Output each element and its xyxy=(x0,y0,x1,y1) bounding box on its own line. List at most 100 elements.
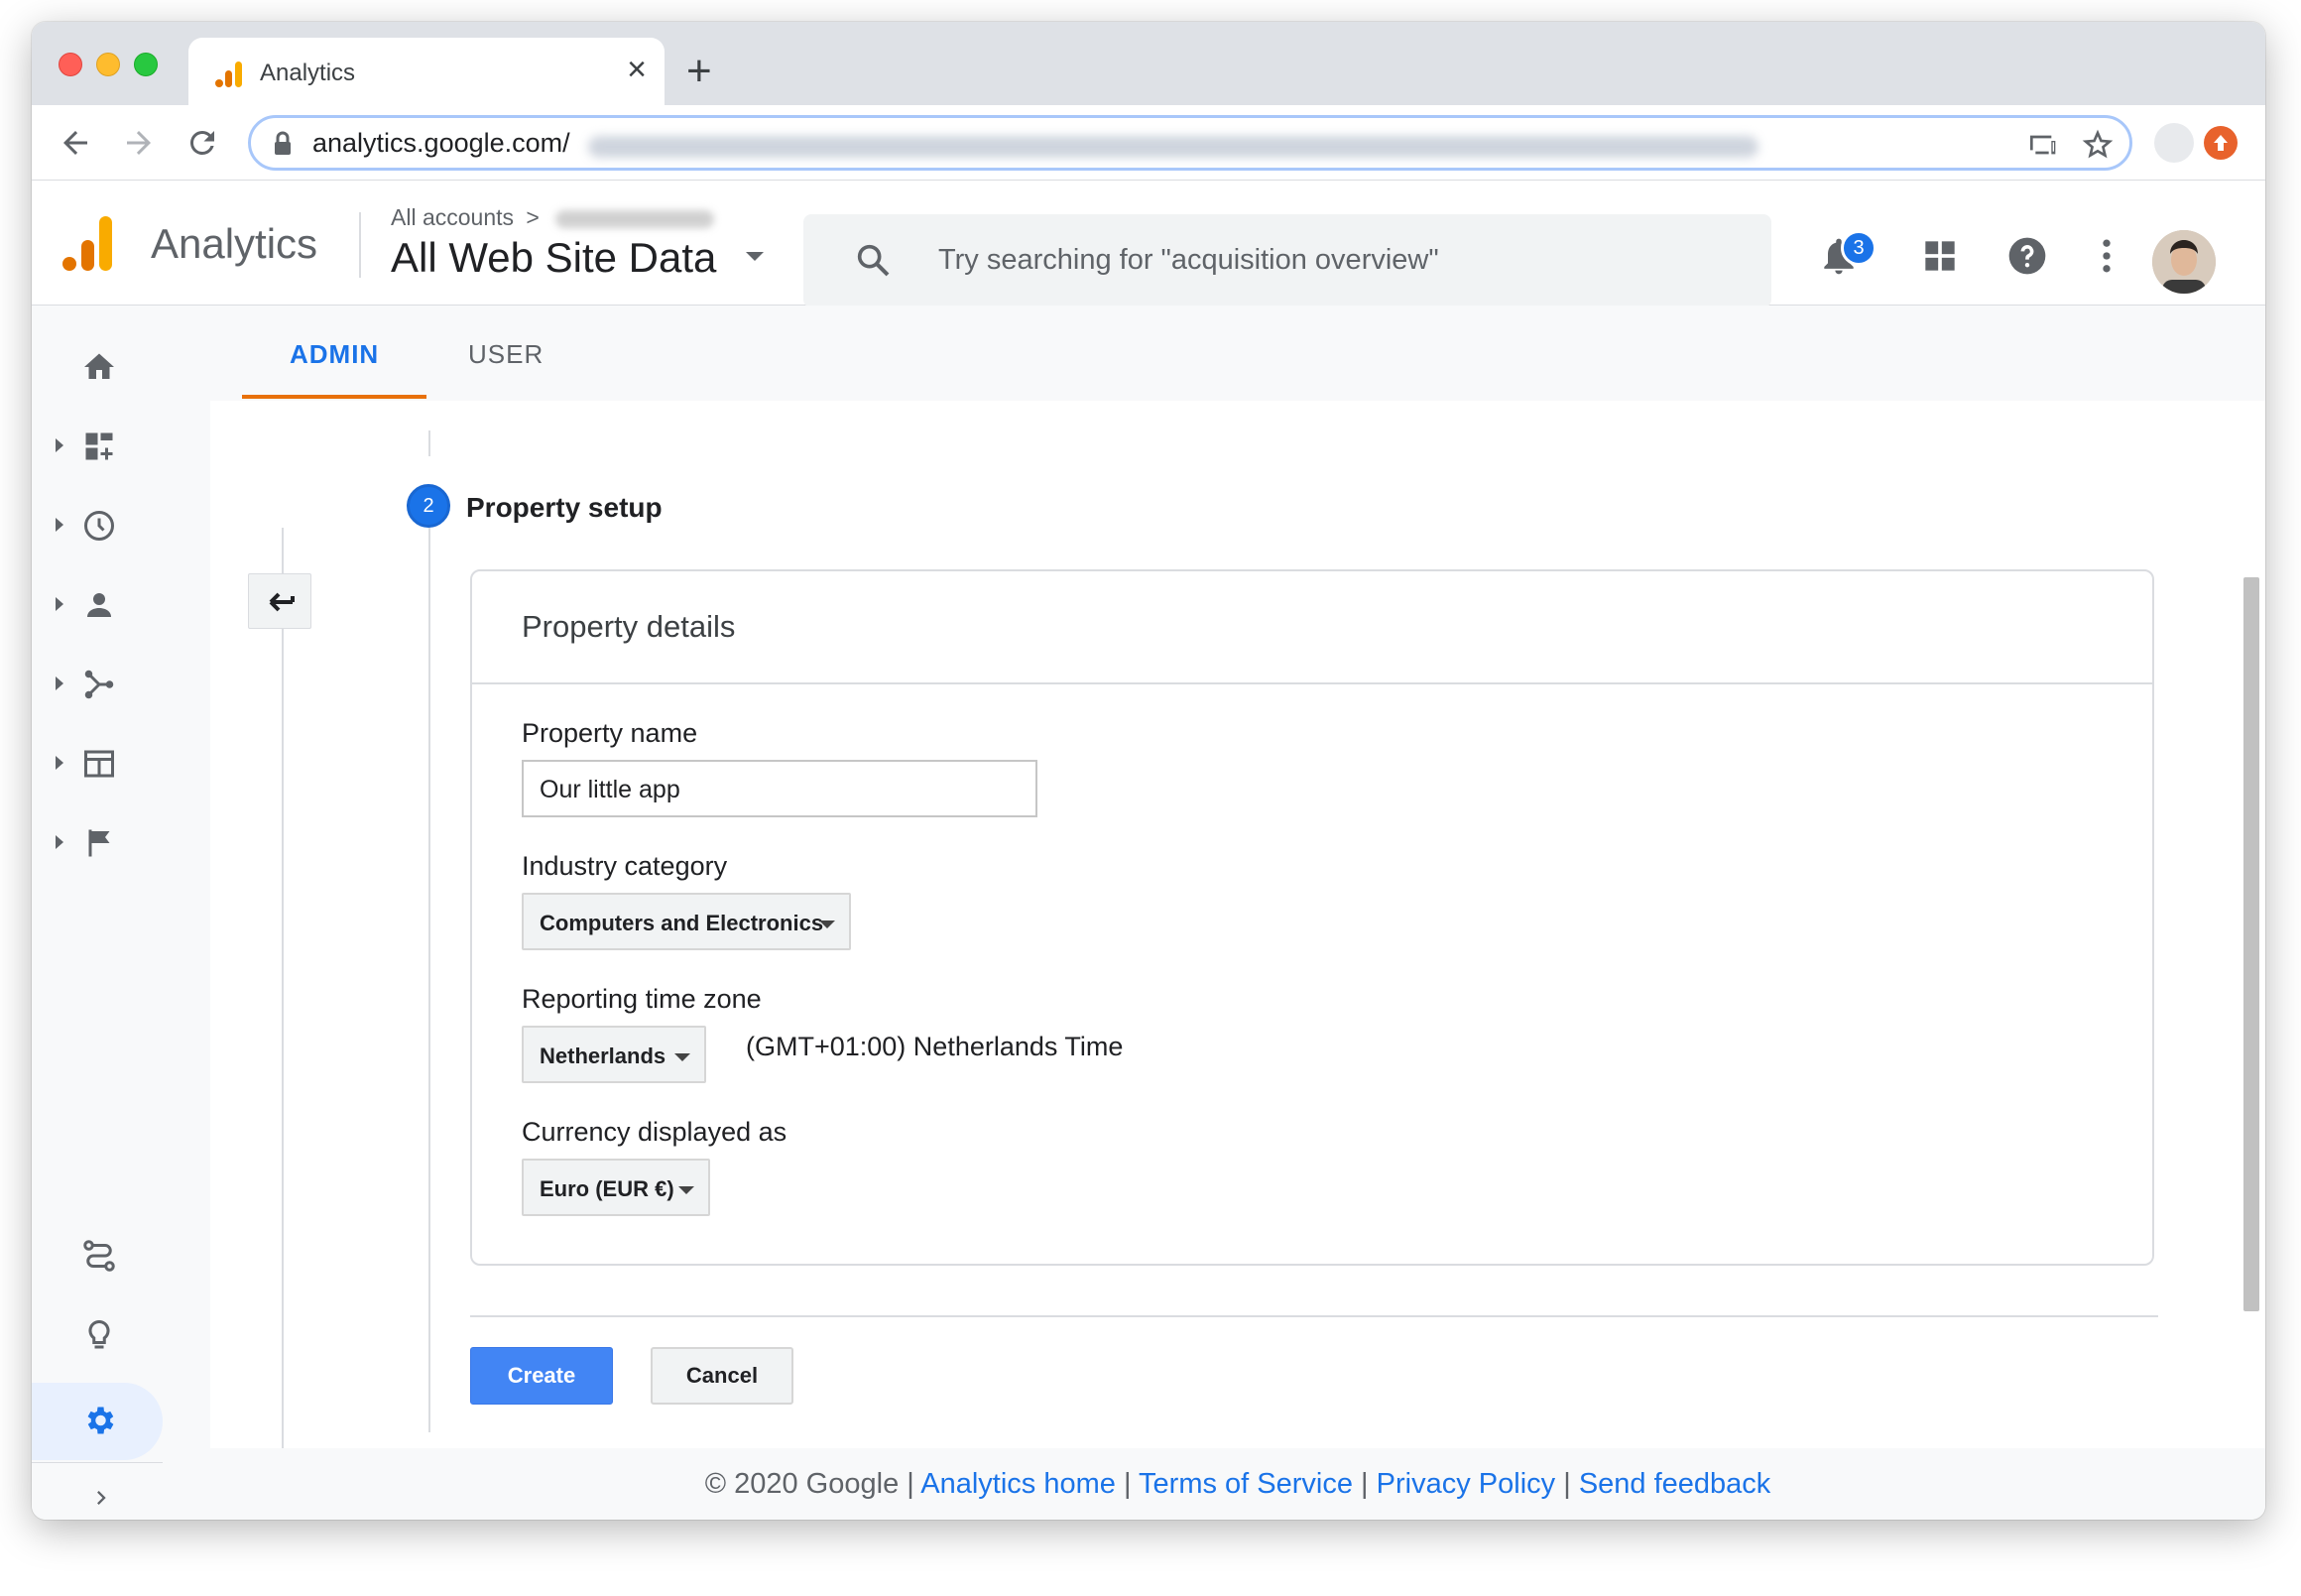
chevron-right-icon[interactable] xyxy=(87,1482,115,1514)
view-selector-caret-icon[interactable] xyxy=(746,252,764,261)
footer: © 2020 Google | Analytics home | Terms o… xyxy=(210,1448,2265,1520)
url-redacted xyxy=(588,136,1758,158)
rail-audience[interactable] xyxy=(32,575,210,635)
extension-icon[interactable] xyxy=(2204,126,2238,160)
timezone-label: Reporting time zone xyxy=(522,984,762,1014)
view-selector[interactable]: All Web Site Data xyxy=(391,234,716,282)
timezone-country-value: Netherlands xyxy=(540,1044,666,1068)
forward-icon[interactable] xyxy=(121,125,157,161)
rail-acquisition[interactable] xyxy=(32,655,210,714)
cast-icon[interactable] xyxy=(2026,129,2058,161)
footer-separator: | xyxy=(1353,1468,1377,1500)
search-icon xyxy=(857,244,890,277)
cancel-button[interactable]: Cancel xyxy=(651,1347,793,1405)
discover-lightbulb-icon xyxy=(88,1319,110,1349)
rail-behavior[interactable] xyxy=(32,734,210,794)
close-window-button[interactable] xyxy=(59,53,82,76)
currency-label: Currency displayed as xyxy=(522,1117,787,1147)
property-name-value: Our little app xyxy=(540,776,680,803)
customization-icon xyxy=(85,432,113,460)
back-button[interactable] xyxy=(248,573,311,629)
address-bar[interactable]: analytics.google.com/ xyxy=(248,115,2132,171)
main-content: 2 Property setup Property details Proper… xyxy=(210,401,2265,1448)
analytics-logo-icon[interactable] xyxy=(61,214,115,272)
maximize-window-button[interactable] xyxy=(134,53,158,76)
footer-terms-link[interactable]: Terms of Service xyxy=(1139,1468,1353,1500)
analytics-favicon-icon xyxy=(215,61,242,87)
close-tab-icon[interactable]: × xyxy=(627,53,647,86)
rail-attribution[interactable] xyxy=(32,1226,210,1286)
reload-icon[interactable] xyxy=(184,125,220,161)
scrollbar[interactable] xyxy=(2243,577,2259,1311)
currency-value: Euro (EUR €) xyxy=(540,1176,674,1201)
profile-icon[interactable] xyxy=(2154,123,2194,163)
rail-discover[interactable] xyxy=(32,1305,210,1365)
more-vert-icon[interactable] xyxy=(2085,234,2128,278)
tab-admin[interactable]: ADMIN xyxy=(290,339,379,370)
card-title: Property details xyxy=(522,609,736,644)
active-tab-indicator xyxy=(242,395,426,399)
footer-analytics-home-link[interactable]: Analytics home xyxy=(920,1468,1116,1500)
app-name: Analytics xyxy=(151,220,318,267)
industry-category-value: Computers and Electronics xyxy=(540,911,824,935)
help-icon[interactable] xyxy=(2005,234,2049,278)
rail-customization[interactable] xyxy=(32,417,210,476)
search-bar[interactable]: Try searching for "acquisition overview" xyxy=(803,214,1771,307)
timezone-offset-text: (GMT+01:00) Netherlands Time xyxy=(746,1032,1124,1061)
property-name-label: Property name xyxy=(522,718,698,748)
currency-dropdown[interactable]: Euro (EUR €) xyxy=(522,1159,710,1216)
timezone-country-dropdown[interactable]: Netherlands xyxy=(522,1026,706,1083)
dropdown-caret-icon xyxy=(678,1186,694,1194)
conversions-icon xyxy=(88,829,110,857)
apps-grid-icon[interactable] xyxy=(1918,234,1962,278)
breadcrumb-all-accounts[interactable]: All accounts xyxy=(391,204,514,230)
browser-tab-analytics[interactable]: Analytics × xyxy=(188,38,665,105)
tab-user[interactable]: USER xyxy=(468,339,544,370)
step-number: 2 xyxy=(407,484,450,528)
footer-separator: | xyxy=(1555,1468,1579,1500)
analytics-header: Analytics All accounts > All Web Site Da… xyxy=(32,181,2265,307)
user-avatar[interactable] xyxy=(2152,230,2216,294)
footer-links: © 2020 Google | Analytics home | Terms o… xyxy=(210,1468,2265,1501)
expand-arrow-icon xyxy=(56,518,63,532)
realtime-icon xyxy=(84,511,114,541)
rail-admin[interactable] xyxy=(32,1391,210,1450)
admin-gear-icon xyxy=(87,1407,114,1434)
breadcrumb[interactable]: All accounts > xyxy=(391,204,715,231)
footer-privacy-link[interactable]: Privacy Policy xyxy=(1377,1468,1556,1500)
industry-category-dropdown[interactable]: Computers and Electronics xyxy=(522,893,851,950)
footer-feedback-link[interactable]: Send feedback xyxy=(1579,1468,1770,1500)
card-divider xyxy=(472,682,2152,684)
step-connector-top xyxy=(428,430,430,456)
rail-realtime[interactable] xyxy=(32,496,210,555)
tab-strip: Analytics × + xyxy=(32,22,2265,105)
rail-conversions[interactable] xyxy=(32,813,210,873)
industry-category-label: Industry category xyxy=(522,851,728,881)
back-icon[interactable] xyxy=(58,125,93,161)
lock-icon xyxy=(275,131,291,155)
property-name-input[interactable]: Our little app xyxy=(522,760,1037,817)
search-placeholder: Try searching for "acquisition overview" xyxy=(938,244,1439,276)
new-tab-button[interactable]: + xyxy=(686,50,712,93)
expand-arrow-icon xyxy=(56,756,63,770)
actions-divider xyxy=(470,1315,2158,1317)
create-button[interactable]: Create xyxy=(470,1347,613,1405)
admin-user-tabs: ADMIN USER xyxy=(210,306,2265,401)
tab-title: Analytics xyxy=(260,60,356,86)
bookmark-star-icon[interactable] xyxy=(2082,129,2114,161)
back-arrow-icon xyxy=(269,592,295,612)
footer-separator: | xyxy=(899,1468,921,1500)
header-divider xyxy=(359,212,361,278)
attribution-icon xyxy=(83,1240,115,1272)
minimize-window-button[interactable] xyxy=(96,53,120,76)
browser-window: Analytics × + analytics.google.com/ Anal… xyxy=(32,22,2265,1520)
dropdown-caret-icon xyxy=(819,921,835,928)
url-text: analytics.google.com/ xyxy=(312,128,570,158)
acquisition-icon xyxy=(84,670,114,699)
breadcrumb-separator: > xyxy=(526,204,540,230)
browser-toolbar: analytics.google.com/ xyxy=(32,105,2265,181)
left-nav-rail xyxy=(32,306,210,1520)
notification-badge: 3 xyxy=(1841,230,1877,266)
footer-copyright: © 2020 Google xyxy=(704,1468,900,1500)
rail-home[interactable] xyxy=(32,337,210,397)
